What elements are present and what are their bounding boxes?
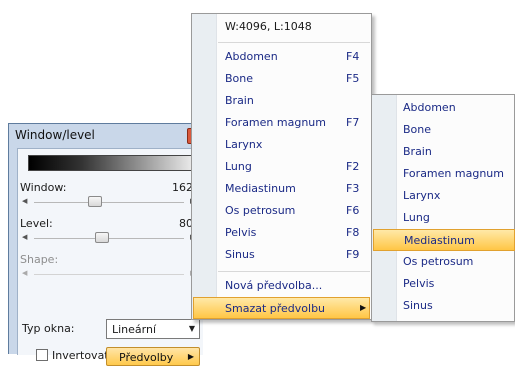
menu-item-bone[interactable]: Bone F5 — [192, 68, 373, 90]
menu-item-label: Os petrosum — [225, 204, 296, 217]
submenu-item-label: Foramen magnum — [403, 167, 504, 180]
window-type-value: Lineární — [112, 323, 157, 336]
submenu-item-os-petrosum[interactable]: Os petrosum — [372, 251, 515, 273]
window-slider-thumb[interactable] — [88, 196, 103, 207]
menu-item-label: Abdomen — [225, 50, 278, 63]
presets-button[interactable]: Předvolby ▶ — [106, 347, 200, 366]
submenu-item-bone[interactable]: Bone — [372, 119, 515, 141]
menu-item-new-preset[interactable]: Nová předvolba... — [192, 275, 373, 297]
submenu-item-label: Os petrosum — [403, 255, 474, 268]
menu-item-pelvis[interactable]: Pelvis F8 — [192, 222, 373, 244]
submenu-item-label: Pelvis — [403, 277, 435, 290]
menu-item-label: Mediastinum — [225, 182, 296, 195]
window-label: Window: — [20, 181, 67, 194]
submenu-item-sinus[interactable]: Sinus — [372, 295, 515, 317]
menu-item-mediastinum[interactable]: Mediastinum F3 — [192, 178, 373, 200]
delete-preset-submenu: Abdomen Bone Brain Foramen magnum Larynx… — [371, 94, 515, 322]
submenu-item-label: Bone — [403, 123, 432, 136]
panel-title: Window/level — [15, 128, 95, 142]
menu-item-delete-preset[interactable]: Smazat předvolbu ▶ — [193, 297, 370, 319]
window-slider-track[interactable] — [34, 202, 184, 203]
level-label: Level: — [20, 217, 53, 230]
chevron-down-icon: ▼ — [188, 324, 195, 333]
menu-item-os-petrosum[interactable]: Os petrosum F6 — [192, 200, 373, 222]
panel-body: Window: 1625 ◀ ▶ Level: 801 ◀ ▶ Shape: ◀… — [17, 148, 206, 366]
menu-item-label: Lung — [225, 160, 252, 173]
submenu-item-foramen-magnum[interactable]: Foramen magnum — [372, 163, 515, 185]
menu-item-label: Bone — [225, 72, 254, 85]
submenu-arrow-icon: ▶ — [360, 303, 367, 312]
menu-item-sinus[interactable]: Sinus F9 — [192, 244, 373, 266]
menu-item-larynx[interactable]: Larynx — [192, 134, 373, 156]
menu-item-shortcut: F3 — [346, 182, 360, 195]
submenu-item-pelvis[interactable]: Pelvis — [372, 273, 515, 295]
invert-label: Invertovat — [52, 349, 109, 362]
submenu-item-label: Larynx — [403, 189, 441, 202]
shape-label: Shape: — [20, 253, 59, 266]
shape-slider-left-icon: ◀ — [22, 269, 28, 277]
submenu-item-brain[interactable]: Brain — [372, 141, 515, 163]
submenu-item-lung[interactable]: Lung — [372, 207, 515, 229]
submenu-item-label: Sinus — [403, 299, 433, 312]
menu-item-abdomen[interactable]: Abdomen F4 — [192, 46, 373, 68]
menu-item-label: Nová předvolba... — [225, 279, 323, 292]
menu-item-shortcut: F5 — [346, 72, 360, 85]
menu-item-shortcut: F6 — [346, 204, 360, 217]
presets-menu: W:4096, L:1048 Abdomen F4 Bone F5 Brain … — [191, 13, 372, 320]
presets-button-label: Předvolby — [119, 351, 174, 364]
menu-item-brain[interactable]: Brain — [192, 90, 373, 112]
menu-header-text: W:4096, L:1048 — [225, 20, 312, 33]
shape-slider-track — [34, 274, 184, 275]
window-type-label: Typ okna: — [22, 322, 75, 335]
submenu-item-label: Mediastinum — [404, 234, 475, 247]
panel-titlebar[interactable]: Window/level × — [9, 124, 205, 146]
menu-item-label: Brain — [225, 94, 254, 107]
level-slider-left-icon[interactable]: ◀ — [22, 233, 27, 241]
menu-separator — [218, 42, 370, 43]
menu-item-shortcut: F7 — [346, 116, 360, 129]
submenu-item-mediastinum[interactable]: Mediastinum — [373, 229, 515, 251]
submenu-item-label: Brain — [403, 145, 432, 158]
submenu-item-larynx[interactable]: Larynx — [372, 185, 515, 207]
submenu-item-abdomen[interactable]: Abdomen — [372, 97, 515, 119]
menu-item-label: Larynx — [225, 138, 263, 151]
menu-item-shortcut: F4 — [346, 50, 360, 63]
menu-item-lung[interactable]: Lung F2 — [192, 156, 373, 178]
chevron-right-icon: ▶ — [187, 352, 194, 361]
window-type-select[interactable]: Lineární ▼ — [106, 319, 200, 339]
level-slider-thumb[interactable] — [95, 232, 110, 243]
window-slider-left-icon[interactable]: ◀ — [22, 197, 27, 205]
window-level-gradient — [28, 155, 206, 171]
menu-item-label: Smazat předvolbu — [225, 302, 326, 315]
menu-separator — [218, 271, 370, 272]
menu-item-label: Pelvis — [225, 226, 257, 239]
menu-item-shortcut: F9 — [346, 248, 360, 261]
invert-checkbox[interactable] — [36, 349, 48, 361]
menu-item-label: Sinus — [225, 248, 255, 261]
menu-item-label: Foramen magnum — [225, 116, 326, 129]
window-level-panel: Window/level × Window: 1625 ◀ ▶ Level: 8… — [8, 123, 206, 366]
submenu-item-label: Abdomen — [403, 101, 456, 114]
menu-item-shortcut: F2 — [346, 160, 360, 173]
submenu-item-label: Lung — [403, 211, 430, 224]
menu-item-shortcut: F8 — [346, 226, 360, 239]
menu-item-foramen-magnum[interactable]: Foramen magnum F7 — [192, 112, 373, 134]
menu-header: W:4096, L:1048 — [192, 16, 373, 38]
